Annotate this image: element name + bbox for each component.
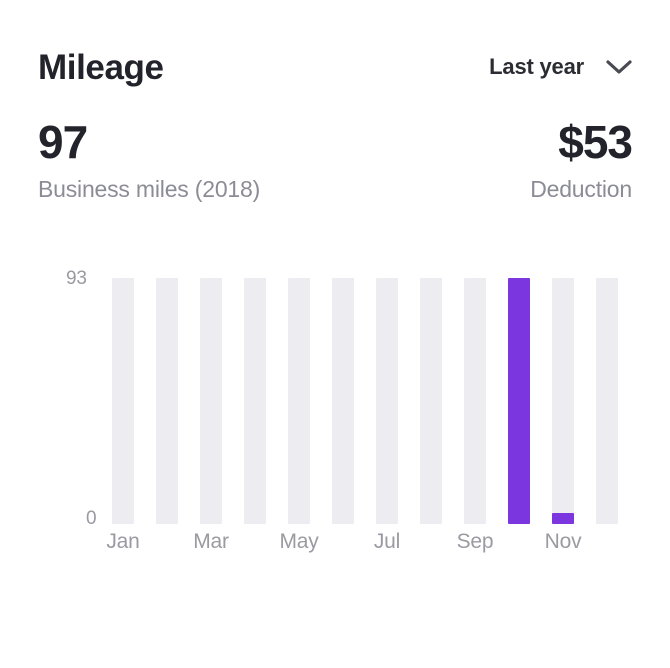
chevron-down-icon [606, 59, 632, 75]
stats-row: 97 Business miles (2018) $53 Deduction [38, 116, 633, 220]
period-dropdown[interactable]: Last year [489, 54, 632, 80]
x-axis-label-jan: Jan [106, 530, 140, 553]
bar-aug[interactable] [420, 278, 442, 524]
x-axis-label-jul: Jul [373, 530, 401, 553]
page-title: Mileage [38, 47, 164, 87]
bar-nov[interactable] [552, 278, 574, 524]
bar-fill [552, 513, 574, 524]
bar-apr[interactable] [244, 278, 266, 524]
y-axis-tick-min: 0 [86, 508, 97, 529]
bar-track [552, 278, 574, 524]
chart-plot-area [112, 278, 618, 524]
business-miles-value: 97 [38, 116, 88, 168]
bar-track [200, 278, 222, 524]
bar-fill [508, 278, 530, 524]
bar-oct[interactable] [508, 278, 530, 524]
x-axis-label-mar: Mar [193, 530, 229, 553]
bar-track [112, 278, 134, 524]
bar-jun[interactable] [332, 278, 354, 524]
card-header: Mileage Last year [38, 44, 632, 90]
bar-jan[interactable] [112, 278, 134, 524]
bar-sep[interactable] [464, 278, 486, 524]
deduction-value: $53 [558, 116, 633, 168]
x-axis-label-sep: Sep [456, 530, 494, 553]
x-axis-label-nov: Nov [544, 530, 582, 553]
x-axis-label-may: May [279, 530, 319, 553]
business-miles-label: Business miles (2018) [38, 176, 261, 203]
bar-dec[interactable] [596, 278, 618, 524]
mileage-card: Mileage Last year 97 Business miles (201… [0, 0, 670, 668]
bar-track [288, 278, 310, 524]
bar-may[interactable] [288, 278, 310, 524]
mileage-bar-chart: 93 0 Jan Mar May Jul Sep Nov [0, 258, 670, 568]
bar-track [244, 278, 266, 524]
bar-track [376, 278, 398, 524]
bar-track [596, 278, 618, 524]
period-dropdown-label: Last year [489, 54, 584, 79]
bar-jul[interactable] [376, 278, 398, 524]
stat-business-miles: 97 Business miles (2018) [38, 118, 260, 203]
bar-track [332, 278, 354, 524]
bar-mar[interactable] [200, 278, 222, 524]
bar-feb[interactable] [156, 278, 178, 524]
stat-deduction: $53 Deduction [530, 116, 633, 203]
bar-track [464, 278, 486, 524]
y-axis-tick-max: 93 [66, 268, 87, 289]
bar-track [420, 278, 442, 524]
deduction-label: Deduction [530, 176, 632, 203]
bar-track [156, 278, 178, 524]
